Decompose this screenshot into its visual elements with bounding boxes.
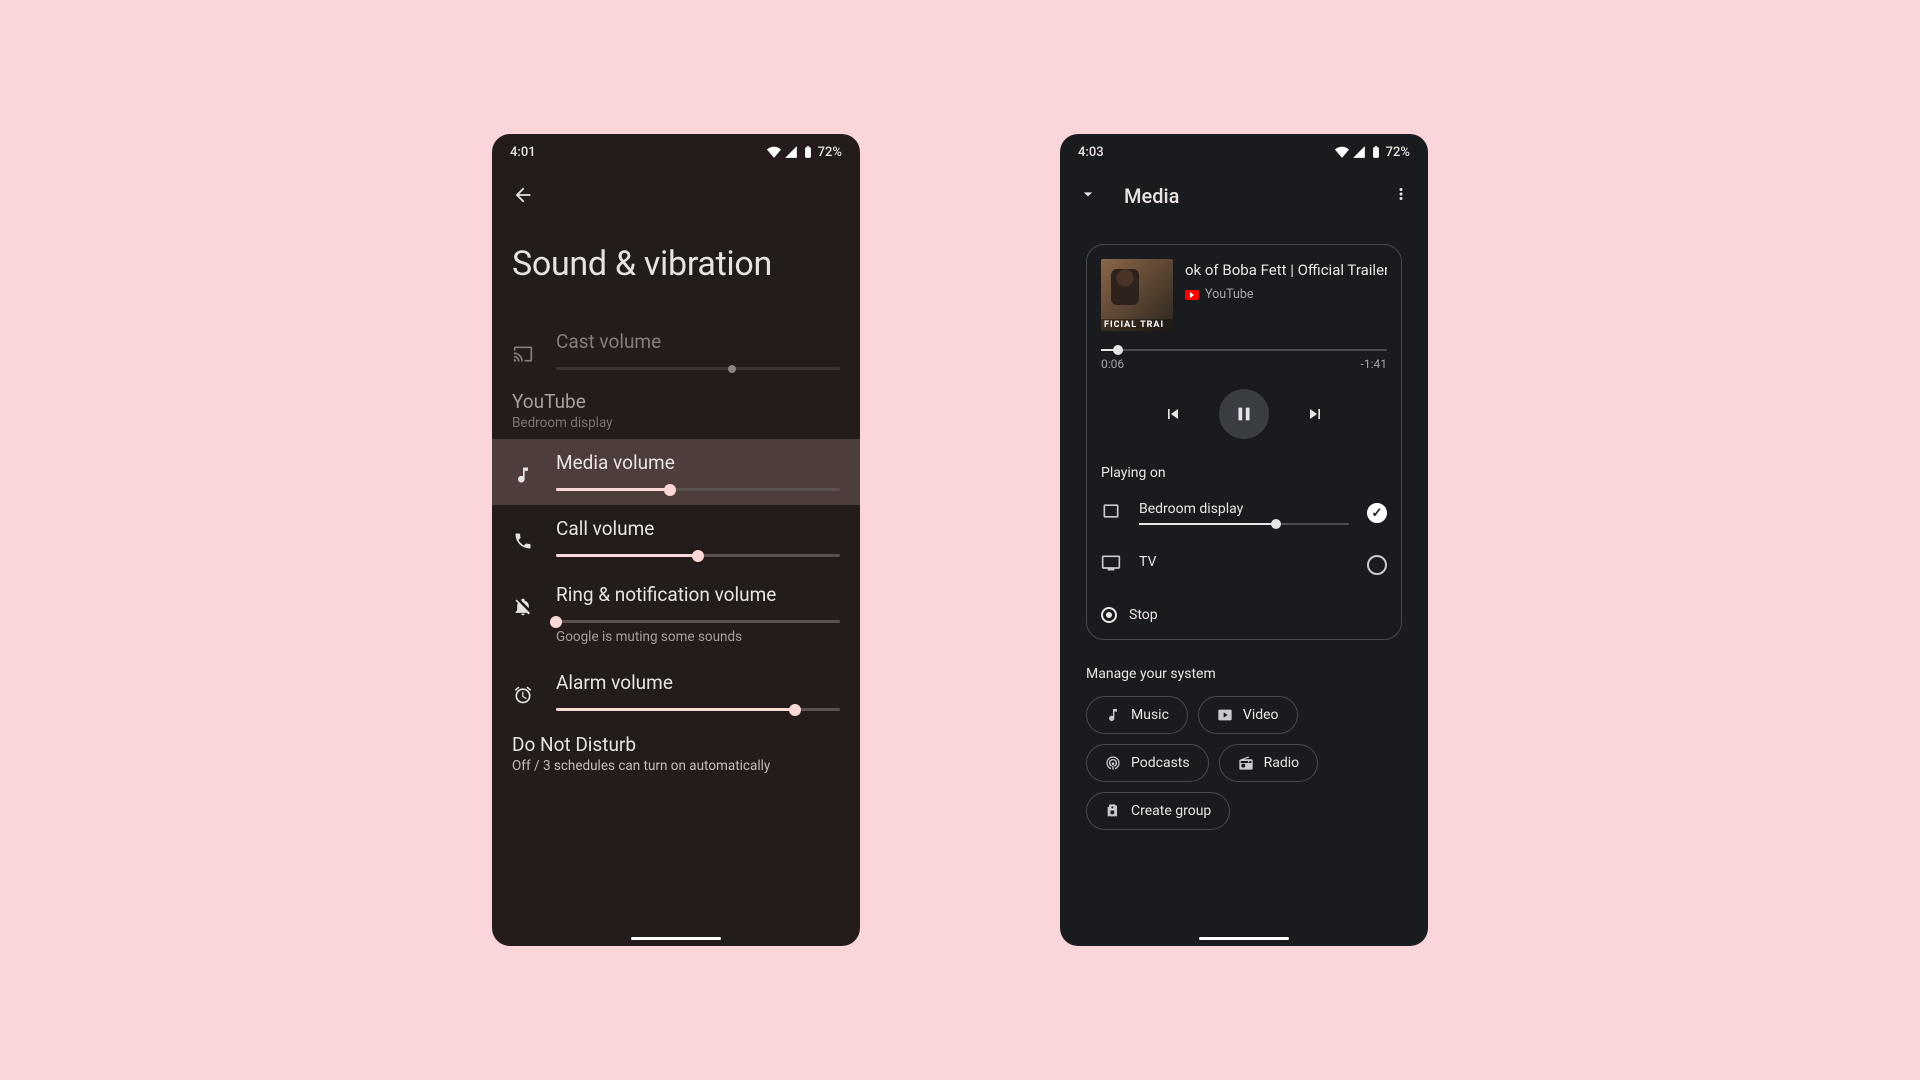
alarm-volume-slider[interactable] <box>556 708 840 711</box>
do-not-disturb-row[interactable]: Do Not Disturb Off / 3 schedules can tur… <box>492 725 860 802</box>
chip-label: Create group <box>1131 803 1211 819</box>
progress-slider[interactable] <box>1101 349 1387 351</box>
chip-create-group[interactable]: Create group <box>1086 792 1230 830</box>
remaining-time: -1:41 <box>1361 357 1387 371</box>
cast-volume-row: Cast volume <box>492 318 860 384</box>
speaker-group-icon <box>1105 803 1121 819</box>
music-note-icon <box>1105 707 1121 723</box>
status-time: 4:01 <box>510 145 536 160</box>
radio-icon <box>1238 755 1254 771</box>
skip-previous-icon <box>1163 404 1183 424</box>
video-icon <box>1217 707 1233 723</box>
page-title: Sound & vibration <box>492 216 860 318</box>
chip-video[interactable]: Video <box>1198 696 1298 734</box>
bell-off-icon <box>512 597 534 617</box>
thumbnail-badge: FICIAL TRAI <box>1101 319 1173 331</box>
output-device-row[interactable]: Bedroom display <box>1101 501 1387 525</box>
media-card: FICIAL TRAI ok of Boba Fett | Official T… <box>1086 244 1402 640</box>
alarm-volume-label: Alarm volume <box>556 671 840 694</box>
manage-system-label: Manage your system <box>1086 666 1402 682</box>
dnd-subtitle: Off / 3 schedules can turn on automatica… <box>512 758 840 774</box>
stop-casting-button[interactable]: Stop <box>1101 607 1387 623</box>
casting-device-name: Bedroom display <box>512 415 840 431</box>
device-name: TV <box>1139 554 1349 570</box>
chevron-down-icon <box>1078 184 1098 204</box>
alarm-volume-row: Alarm volume <box>492 659 860 725</box>
wifi-icon <box>1335 145 1349 159</box>
ring-volume-slider[interactable] <box>556 620 840 623</box>
chip-label: Radio <box>1264 755 1300 771</box>
right-screenshot-media-panel: 4:03 72% Media FICIAL TRAI ok of Boba Fe… <box>1060 134 1428 946</box>
signal-icon <box>1352 145 1366 159</box>
manage-chips: Music Video Podcasts Radio Create group <box>1086 696 1402 830</box>
call-volume-row: Call volume <box>492 505 860 571</box>
chip-podcasts[interactable]: Podcasts <box>1086 744 1209 782</box>
collapse-button[interactable] <box>1078 184 1098 208</box>
pause-icon <box>1233 403 1255 425</box>
overflow-button[interactable] <box>1392 185 1410 207</box>
battery-icon <box>1369 145 1383 159</box>
alarm-icon <box>512 685 534 705</box>
cast-volume-slider[interactable] <box>556 367 840 370</box>
previous-button[interactable] <box>1159 400 1187 428</box>
chip-music[interactable]: Music <box>1086 696 1188 734</box>
skip-next-icon <box>1305 404 1325 424</box>
nav-indicator[interactable] <box>1199 937 1289 940</box>
media-volume-label: Media volume <box>556 451 840 474</box>
ring-volume-label: Ring & notification volume <box>556 583 840 606</box>
stop-label: Stop <box>1129 607 1158 623</box>
status-bar: 4:01 72% <box>492 134 860 170</box>
chip-label: Music <box>1131 707 1169 723</box>
dnd-title: Do Not Disturb <box>512 733 840 756</box>
casting-app-name: YouTube <box>512 390 840 413</box>
battery-icon <box>801 145 815 159</box>
battery-pct: 72% <box>1386 145 1410 160</box>
now-playing[interactable]: FICIAL TRAI ok of Boba Fett | Official T… <box>1101 259 1387 331</box>
more-vert-icon <box>1392 185 1410 203</box>
casting-app-section: YouTube Bedroom display <box>492 384 860 439</box>
wifi-icon <box>767 145 781 159</box>
track-title: ok of Boba Fett | Official Trailer <box>1185 261 1387 279</box>
status-right: 72% <box>1335 145 1410 160</box>
video-thumbnail: FICIAL TRAI <box>1101 259 1173 331</box>
signal-icon <box>784 145 798 159</box>
tablet-icon <box>1101 501 1121 525</box>
play-pause-button[interactable] <box>1219 389 1269 439</box>
cast-icon <box>512 344 534 364</box>
chip-label: Video <box>1243 707 1279 723</box>
device-selected-radio[interactable] <box>1367 555 1387 575</box>
cast-volume-label: Cast volume <box>556 330 840 353</box>
call-volume-label: Call volume <box>556 517 840 540</box>
output-device-row[interactable]: TV <box>1101 553 1387 577</box>
battery-pct: 72% <box>818 145 842 160</box>
back-button[interactable] <box>512 191 534 210</box>
panel-title: Media <box>1124 184 1366 208</box>
music-note-icon <box>512 465 534 485</box>
ring-volume-row: Ring & notification volume Google is mut… <box>492 571 860 659</box>
status-bar: 4:03 72% <box>1060 134 1428 170</box>
device-volume-slider[interactable] <box>1139 523 1349 525</box>
chip-label: Podcasts <box>1131 755 1190 771</box>
device-name: Bedroom display <box>1139 501 1349 517</box>
left-screenshot-sound-vibration: 4:01 72% Sound & vibration Cast volume Y… <box>492 134 860 946</box>
status-time: 4:03 <box>1078 145 1104 160</box>
media-volume-slider[interactable] <box>556 488 840 491</box>
ring-muting-note: Google is muting some sounds <box>556 629 840 645</box>
phone-icon <box>512 531 534 551</box>
youtube-icon <box>1185 290 1199 300</box>
podcast-icon <box>1105 755 1121 771</box>
elapsed-time: 0:06 <box>1101 357 1124 371</box>
call-volume-slider[interactable] <box>556 554 840 557</box>
tv-icon <box>1101 553 1121 577</box>
next-button[interactable] <box>1301 400 1329 428</box>
playing-on-label: Playing on <box>1101 465 1387 481</box>
nav-indicator[interactable] <box>631 937 721 940</box>
track-source: YouTube <box>1185 287 1387 302</box>
device-selected-radio[interactable] <box>1367 503 1387 523</box>
status-right: 72% <box>767 145 842 160</box>
media-volume-row: Media volume <box>492 439 860 505</box>
source-label: YouTube <box>1205 287 1254 302</box>
stop-icon <box>1101 607 1117 623</box>
chip-radio[interactable]: Radio <box>1219 744 1319 782</box>
